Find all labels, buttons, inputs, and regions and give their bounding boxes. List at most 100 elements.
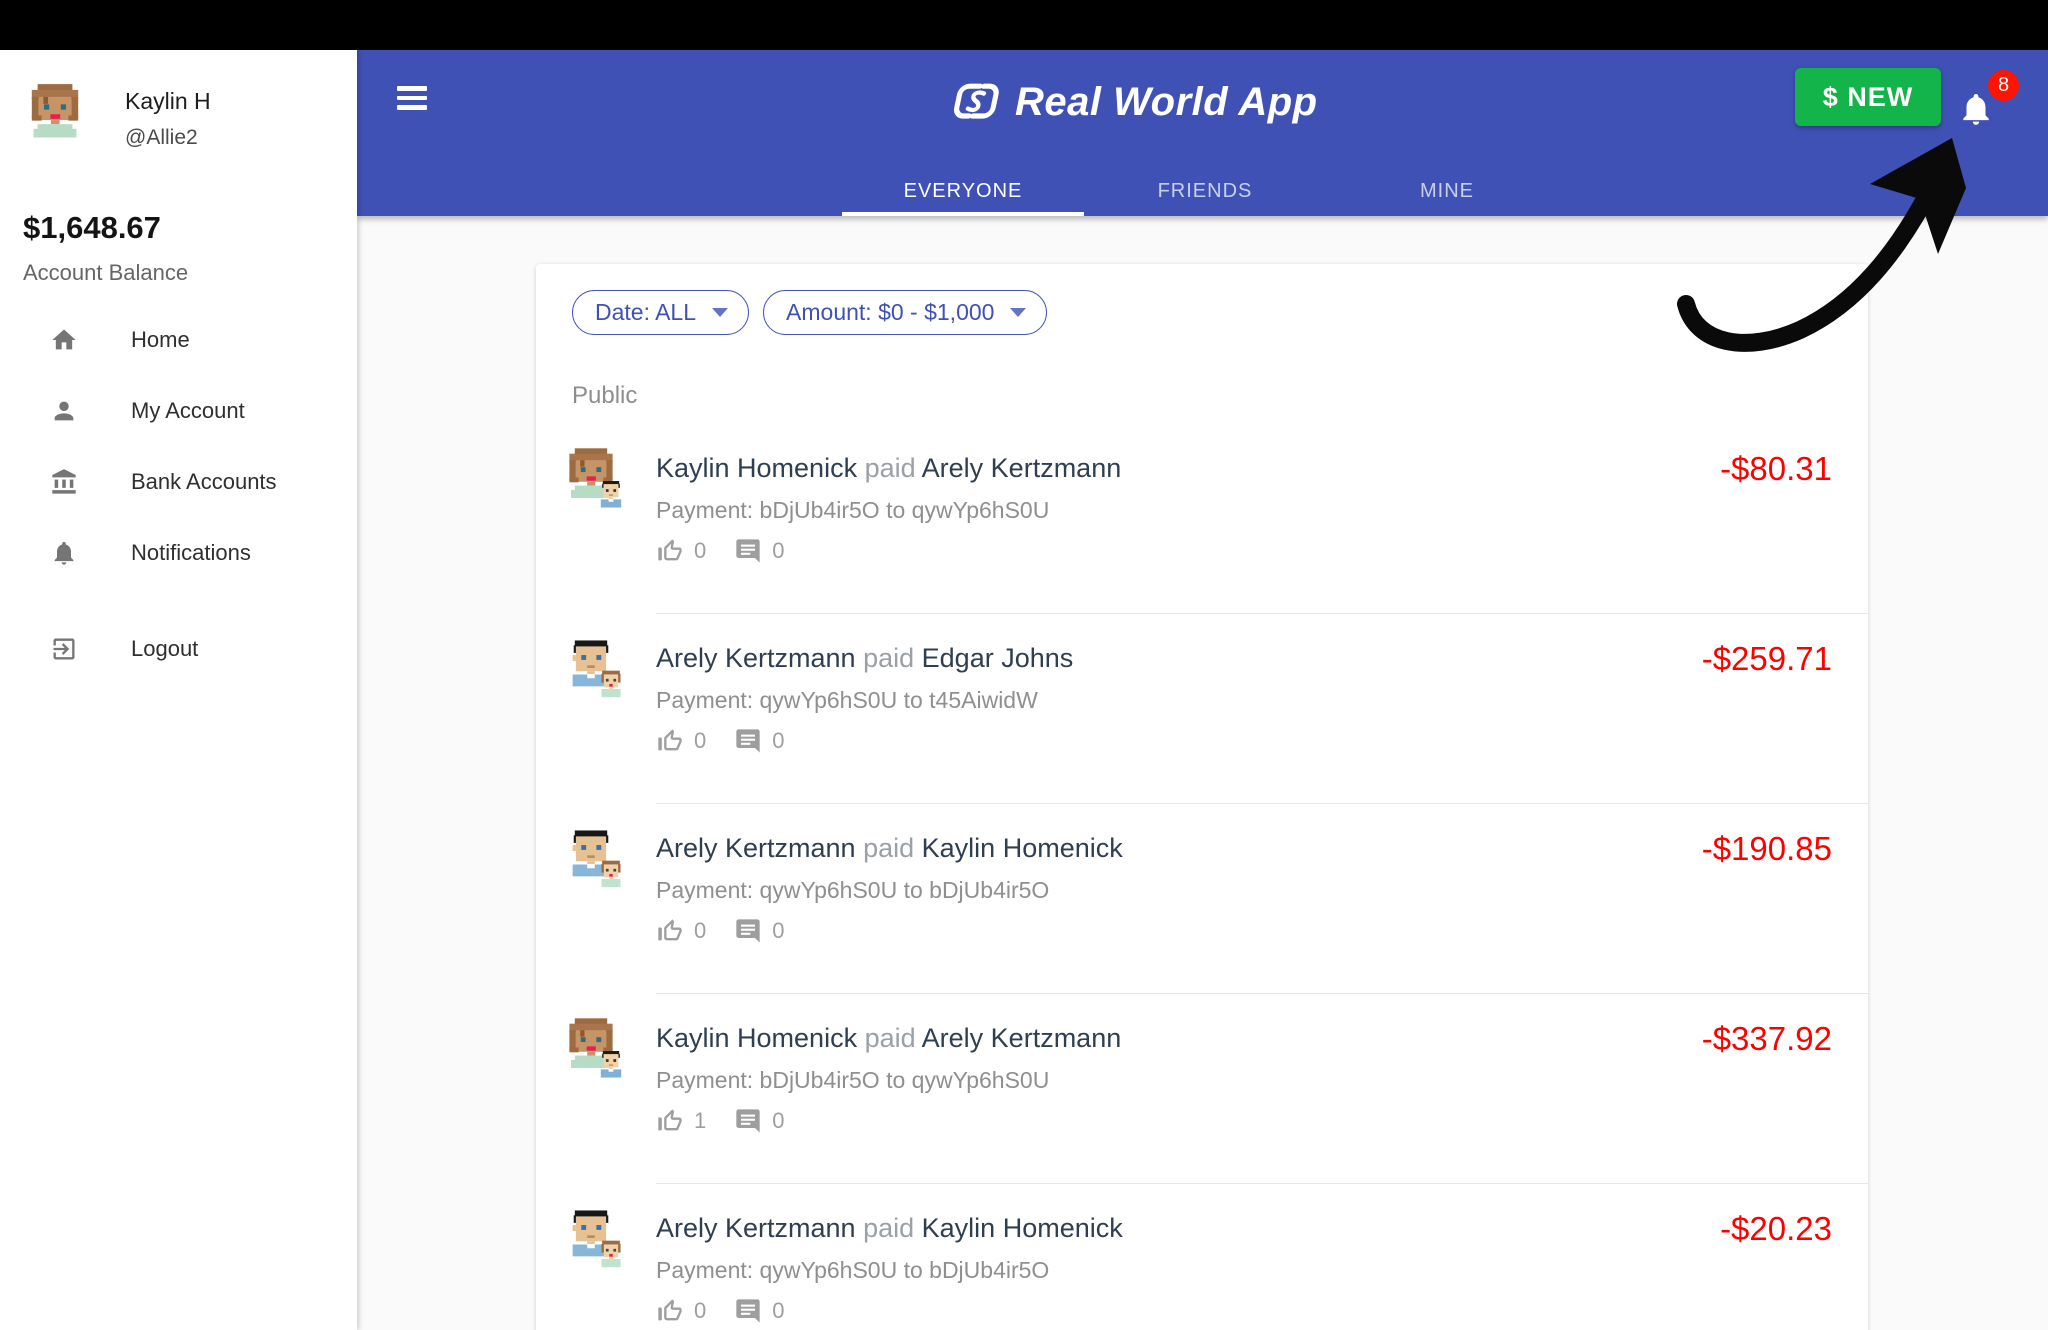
- action-word: paid: [863, 833, 922, 863]
- sidebar-item-notifications[interactable]: Notifications: [0, 533, 357, 573]
- comment-icon[interactable]: [734, 1107, 762, 1135]
- sender-name: Arely Kertzmann: [656, 643, 856, 673]
- like-count: 0: [694, 1298, 707, 1323]
- comment-count: 0: [772, 728, 785, 753]
- action-word: paid: [864, 1023, 922, 1053]
- like-count: 0: [694, 728, 707, 753]
- filter-bar: Date: ALL Amount: $0 - $1,000: [536, 264, 1868, 335]
- tab-everyone[interactable]: EVERYONE: [842, 166, 1084, 216]
- transaction-amount: -$337.92: [1701, 1020, 1832, 1057]
- sender-name: Arely Kertzmann: [656, 1213, 856, 1243]
- avatar-receiver: [601, 860, 621, 888]
- app-title: Real World App: [1015, 79, 1318, 124]
- transaction-title: Arely Kertzmann paid Kaylin Homenick: [656, 832, 1832, 864]
- like-icon[interactable]: [656, 1107, 684, 1135]
- date-filter-label: Date: ALL: [595, 299, 697, 325]
- transaction-avatars: [564, 828, 664, 918]
- transaction-amount: -$80.31: [1720, 450, 1832, 487]
- sender-name: Arely Kertzmann: [656, 833, 856, 863]
- feed-section-label: Public: [572, 382, 638, 409]
- notifications-bell-button[interactable]: 8: [1957, 70, 2019, 132]
- transaction-list: Kaylin Homenick paid Arely Kertzmann Pay…: [536, 424, 1868, 1330]
- person-icon: [54, 401, 74, 421]
- receiver-name: Arely Kertzmann: [921, 1023, 1122, 1053]
- transactions-card: Date: ALL Amount: $0 - $1,000 Public Kay…: [536, 264, 1868, 1330]
- sidebar-item-bank-accounts[interactable]: Bank Accounts: [0, 462, 357, 502]
- sidebar-item-label: My Account: [131, 398, 245, 423]
- avatar-receiver: [601, 670, 621, 698]
- date-filter-chip[interactable]: Date: ALL: [572, 290, 750, 335]
- sidebar-item-label: Home: [131, 327, 190, 352]
- transaction-title: Arely Kertzmann paid Edgar Johns: [656, 642, 1832, 674]
- sidebar-item-label: Logout: [131, 636, 199, 661]
- sidebar-item-my-account[interactable]: My Account: [0, 391, 357, 431]
- bank-icon: [52, 469, 76, 494]
- comment-count: 0: [772, 538, 785, 563]
- comment-count: 0: [772, 918, 785, 943]
- transaction-avatars: [564, 1018, 664, 1108]
- sidebar-item-logout[interactable]: Logout: [0, 629, 357, 669]
- logout-icon: [53, 638, 75, 660]
- like-icon[interactable]: [656, 1297, 684, 1325]
- account-balance-amount: $1,648.67: [23, 210, 161, 245]
- app-brand: Real World App: [945, 76, 1318, 128]
- transaction-title: Kaylin Homenick paid Arely Kertzmann: [656, 452, 1832, 484]
- transaction-title: Kaylin Homenick paid Arely Kertzmann: [656, 1022, 1832, 1054]
- action-word: paid: [863, 1213, 922, 1243]
- transaction-avatars: [564, 638, 664, 728]
- sidebar-item-home[interactable]: Home: [0, 320, 357, 360]
- user-avatar: [31, 84, 79, 138]
- comment-icon[interactable]: [734, 917, 762, 945]
- home-icon: [52, 329, 76, 350]
- amount-filter-label: Amount: $0 - $1,000: [786, 299, 995, 325]
- comment-icon[interactable]: [734, 1297, 762, 1325]
- transaction-social-row: 0 0: [656, 537, 1832, 565]
- transaction-row[interactable]: Kaylin Homenick paid Arely Kertzmann Pay…: [536, 994, 1868, 1184]
- transaction-social-row: 0 0: [656, 727, 1832, 755]
- comment-icon[interactable]: [734, 727, 762, 755]
- tab-friends[interactable]: FRIENDS: [1084, 166, 1326, 216]
- feed-tabs: EVERYONE FRIENDS MINE: [842, 166, 1568, 216]
- bell-icon: [54, 541, 74, 565]
- browser-black-bar: [0, 0, 2048, 50]
- tab-mine[interactable]: MINE: [1326, 166, 1568, 216]
- action-word: paid: [863, 643, 922, 673]
- avatar-receiver: [600, 481, 622, 508]
- like-icon[interactable]: [656, 537, 684, 565]
- comment-icon[interactable]: [734, 537, 762, 565]
- transaction-description: Payment: bDjUb4ir5O to qywYp6hS0U: [656, 1067, 1050, 1093]
- sidebar-item-label: Bank Accounts: [131, 469, 277, 494]
- transaction-amount: -$20.23: [1720, 1210, 1832, 1247]
- transaction-row[interactable]: Arely Kertzmann paid Kaylin Homenick Pay…: [536, 1184, 1868, 1330]
- sender-name: Kaylin Homenick: [656, 1023, 858, 1053]
- transaction-amount: -$190.85: [1701, 830, 1832, 867]
- transaction-description: Payment: qywYp6hS0U to bDjUb4ir5O: [656, 877, 1050, 903]
- transaction-amount: -$259.71: [1701, 640, 1832, 677]
- receiver-name: Kaylin Homenick: [921, 833, 1123, 863]
- receiver-name: Kaylin Homenick: [921, 1213, 1123, 1243]
- amount-filter-chip[interactable]: Amount: $0 - $1,000: [763, 290, 1048, 335]
- transaction-row[interactable]: Arely Kertzmann paid Edgar Johns Payment…: [536, 614, 1868, 804]
- transaction-avatars: [564, 1208, 664, 1298]
- transaction-description: Payment: qywYp6hS0U to bDjUb4ir5O: [656, 1257, 1050, 1283]
- transaction-title: Arely Kertzmann paid Kaylin Homenick: [656, 1212, 1832, 1244]
- notifications-count-badge: 8: [1988, 70, 2019, 101]
- transaction-row[interactable]: Kaylin Homenick paid Arely Kertzmann Pay…: [536, 424, 1868, 614]
- app-navbar: Real World App EVERYONE FRIENDS MINE $ N…: [357, 50, 2048, 216]
- hamburger-menu-icon[interactable]: [397, 86, 427, 110]
- like-icon[interactable]: [656, 917, 684, 945]
- transaction-description: Payment: bDjUb4ir5O to qywYp6hS0U: [656, 497, 1050, 523]
- like-icon[interactable]: [656, 727, 684, 755]
- real-world-app-logo-icon: [953, 83, 999, 119]
- transaction-description: Payment: qywYp6hS0U to t45AiwidW: [656, 687, 1038, 713]
- sidebar-item-label: Notifications: [131, 540, 251, 565]
- receiver-name: Arely Kertzmann: [921, 453, 1122, 483]
- new-transaction-button[interactable]: $ NEW: [1795, 68, 1941, 126]
- transaction-row[interactable]: Arely Kertzmann paid Kaylin Homenick Pay…: [536, 804, 1868, 994]
- user-name: Kaylin H: [125, 88, 211, 114]
- user-handle: @Allie2: [125, 126, 198, 149]
- like-count: 1: [694, 1108, 707, 1133]
- comment-count: 0: [772, 1108, 785, 1133]
- account-balance-label: Account Balance: [23, 260, 189, 285]
- bell-icon: [1963, 93, 1989, 125]
